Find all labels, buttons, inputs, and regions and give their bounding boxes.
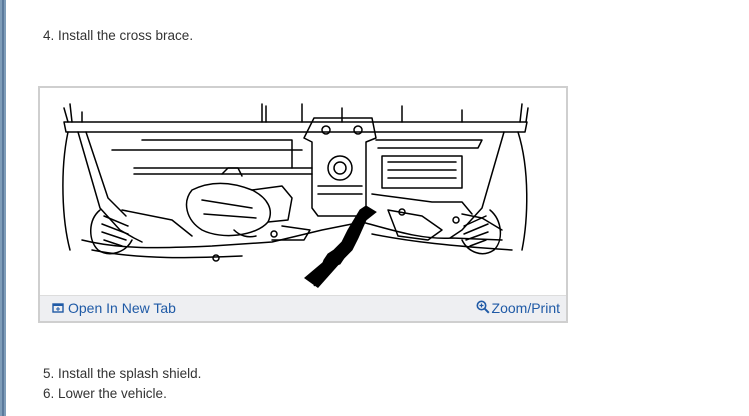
page-left-border-line [2, 0, 4, 416]
figure-footer: Open In New Tab Zoom/Print [40, 295, 566, 321]
diagram-svg [62, 103, 529, 288]
step-6-text: 6. Lower the vehicle. [43, 386, 167, 401]
open-in-new-tab-link[interactable]: Open In New Tab [52, 300, 176, 318]
vehicle-underside-diagram[interactable] [42, 90, 566, 296]
step-5-text: 5. Install the splash shield. [43, 366, 202, 381]
step-4-text: 4. Install the cross brace. [43, 28, 194, 43]
zoom-print-label: Zoom/Print [491, 300, 560, 316]
magnifier-zoom-icon [476, 300, 490, 318]
figure-container: Open In New Tab Zoom/Print [38, 86, 568, 323]
page-left-border [0, 0, 6, 416]
zoom-print-link[interactable]: Zoom/Print [476, 300, 560, 318]
open-new-tab-icon [52, 301, 64, 318]
open-in-new-tab-label: Open In New Tab [68, 300, 176, 316]
